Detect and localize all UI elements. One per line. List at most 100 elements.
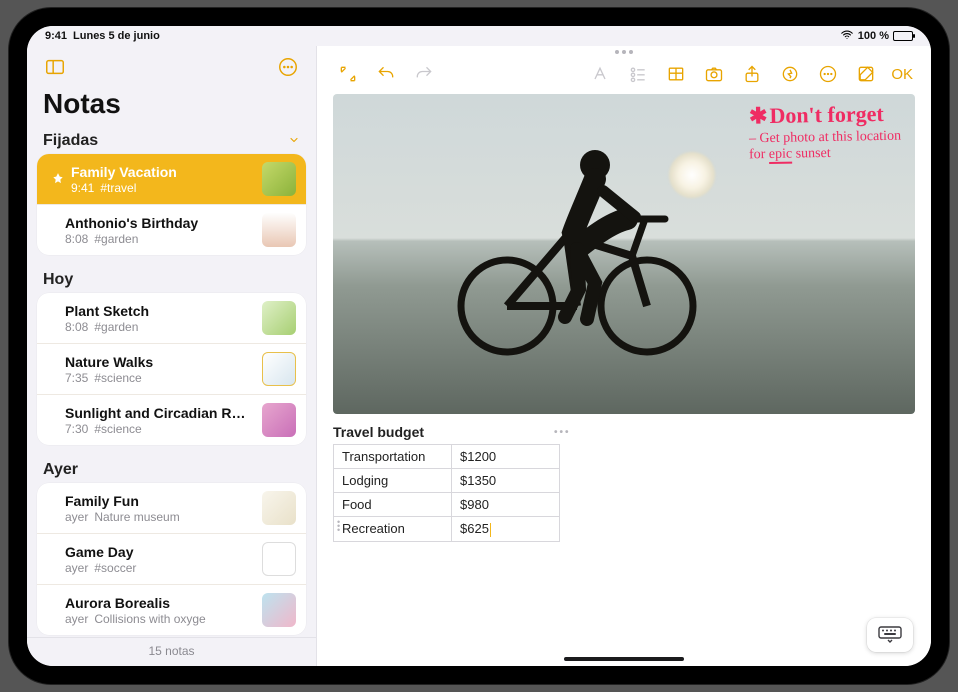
chevron-down-icon [288,133,300,149]
cyclist-silhouette [427,121,727,361]
cell-label[interactable]: Transportation [334,445,452,469]
cell-label[interactable]: Lodging [334,469,452,493]
note-photo[interactable]: ✱Don't forget – Get photo at this locati… [333,94,915,414]
hand-line3a: for [749,147,769,162]
expand-button[interactable] [331,59,365,89]
cell-value[interactable]: $625 [452,517,560,542]
section-pinned[interactable]: Fijadas [27,126,316,154]
note-thumbnail [262,352,296,386]
note-row-sunlight[interactable]: Sunlight and Circadian Rhy… 7:30 #science [37,395,306,445]
note-row-family-vacation[interactable]: Family Vacation 9:41 #travel [37,154,306,205]
undo-button[interactable] [369,59,403,89]
camera-button[interactable] [697,59,731,89]
budget-table-wrap: Travel budget ••• ••• Transportation$120… [333,424,915,542]
sidebar: Notas Fijadas Family Vacation [27,46,317,666]
more-options-button[interactable] [274,53,302,81]
cell-value[interactable]: $980 [452,493,560,517]
note-row-plant-sketch[interactable]: Plant Sketch 8:08 #garden [37,293,306,344]
pinned-group: Family Vacation 9:41 #travel Anthonio's … [37,154,306,255]
table-row[interactable]: Transportation$1200 [334,445,560,469]
note-time: 7:30 [65,422,88,436]
note-tag: Nature museum [94,510,179,524]
status-time: 9:41 [45,30,67,42]
note-title: Game Day [65,544,252,560]
note-title: Plant Sketch [65,303,252,319]
note-row-aurora[interactable]: Aurora Borealis ayerCollisions with oxyg… [37,585,306,635]
table-column-handle[interactable]: ••• [554,427,571,438]
wifi-icon [840,28,854,45]
cell-value[interactable]: $1350 [452,469,560,493]
cell-label[interactable]: Recreation [334,517,452,542]
ipad-frame: 9:41 Lunes 5 de junio 100 % [9,8,949,684]
note-thumbnail [262,301,296,335]
home-indicator[interactable] [564,657,684,661]
note-time: 9:41 [71,181,94,195]
dismiss-keyboard-button[interactable] [867,618,913,652]
hand-line3b: epic [769,147,793,164]
compose-button[interactable] [849,59,883,89]
hand-line2: Get photo at this location [759,129,901,146]
yesterday-group: Family Fun ayer Nature museum Game Day ay… [37,483,306,635]
note-title: Sunlight and Circadian Rhy… [65,405,252,421]
note-time: 8:08 [65,320,88,334]
table-title: Travel budget [333,424,424,440]
note-tag: #science [94,371,141,385]
note-tag: #science [94,422,141,436]
note-time: 7:35 [65,371,88,385]
note-thumbnail [262,403,296,437]
sidebar-footer: 15 notas [27,637,316,666]
toggle-sidebar-button[interactable] [41,53,69,81]
note-thumbnail [262,162,296,196]
redo-button [407,59,441,89]
table-row[interactable]: Recreation$625 [334,517,560,542]
sidebar-title: Notas [27,88,316,126]
note-time: ayer [65,612,88,626]
note-time: ayer [65,561,88,575]
note-title: Family Vacation [71,164,252,180]
hand-line3c: sunset [792,146,831,162]
section-today-label: Hoy [43,271,73,289]
share-button[interactable] [735,59,769,89]
checklist-button[interactable] [621,59,655,89]
table-row-handle[interactable]: ••• [337,520,341,532]
note-title: Anthonio's Birthday [65,215,252,231]
note-time: ayer [65,510,88,524]
note-editor: OK [317,46,931,666]
screen: 9:41 Lunes 5 de junio 100 % [27,26,931,666]
sidebar-toolbar [27,46,316,88]
status-date: Lunes 5 de junio [73,30,160,42]
done-button[interactable]: OK [887,66,917,83]
section-yesterday: Ayer [27,455,316,483]
table-button[interactable] [659,59,693,89]
cell-label[interactable]: Food [334,493,452,517]
note-title: Family Fun [65,493,252,509]
note-tag: Collisions with oxyge [94,612,205,626]
handwriting-annotation: ✱Don't forget – Get photo at this locati… [749,102,901,162]
more-button[interactable] [811,59,845,89]
budget-table[interactable]: Transportation$1200 Lodging$1350 Food$98… [333,444,560,542]
note-row-anthonios-birthday[interactable]: Anthonio's Birthday 8:08 #garden [37,205,306,255]
note-tag: #soccer [94,561,136,575]
note-thumbnail [262,213,296,247]
note-thumbnail [262,542,296,576]
table-row[interactable]: Food$980 [334,493,560,517]
note-tag: #garden [94,320,138,334]
note-tag: #garden [94,232,138,246]
text-format-button[interactable] [583,59,617,89]
note-content[interactable]: ✱Don't forget – Get photo at this locati… [317,94,931,666]
text-cursor [490,523,492,537]
hand-line1: Don't forget [769,101,884,128]
battery-icon [893,31,913,41]
note-row-nature-walks[interactable]: Nature Walks 7:35#science [37,344,306,395]
note-row-family-fun[interactable]: Family Fun ayer Nature museum [37,483,306,534]
notes-app: Notas Fijadas Family Vacation [27,46,931,666]
note-thumbnail [262,491,296,525]
note-row-game-day[interactable]: Game Day ayer #soccer [37,534,306,585]
pin-icon [51,172,65,186]
note-tag: #travel [100,181,136,195]
table-row[interactable]: Lodging$1350 [334,469,560,493]
note-time: 8:08 [65,232,88,246]
cell-value[interactable]: $1200 [452,445,560,469]
markup-button[interactable] [773,59,807,89]
section-pinned-label: Fijadas [43,132,98,150]
